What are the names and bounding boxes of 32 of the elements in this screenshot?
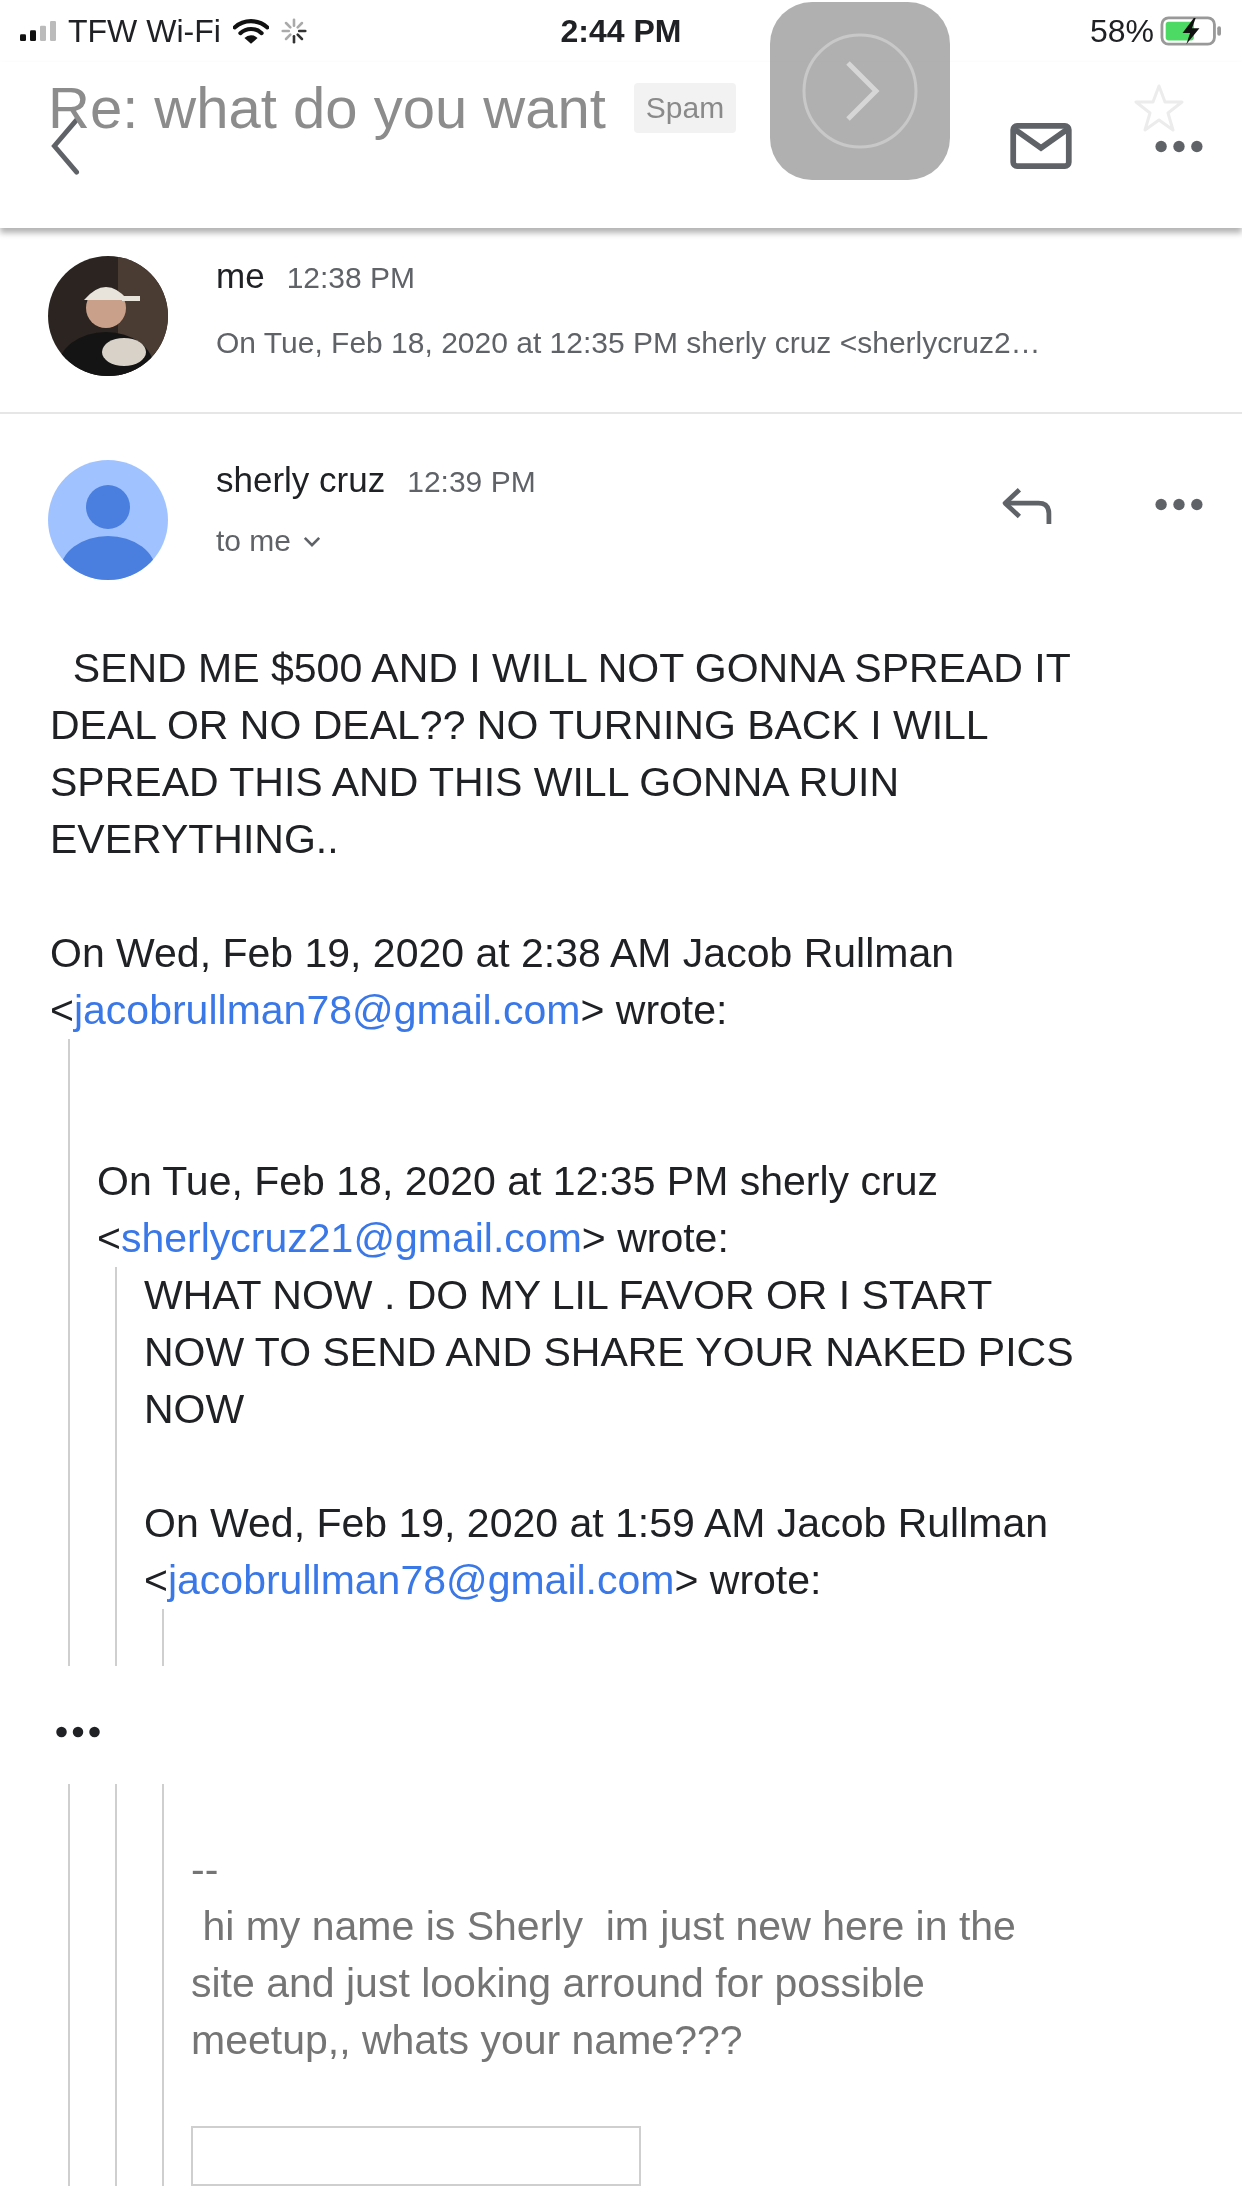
message-card[interactable]: me 12:38 PM On Tue, Feb 18, 2020 at 12:35 PM sherly cruz <sherlycruz2… — [0, 228, 1242, 414]
battery-percent: 58% — [1089, 12, 1154, 50]
message-time: 12:39 PM — [407, 465, 536, 499]
sender-name: sherly cruz — [216, 460, 386, 500]
email-subject: Re: what do you want — [48, 74, 606, 141]
email-link[interactable]: jacobrullman78@gmail.com — [73, 987, 581, 1033]
mail-icon[interactable] — [1010, 123, 1072, 169]
email-link[interactable]: sherlycruz21@gmail.com — [120, 1215, 582, 1261]
quote-attribution: On Wed, Feb 19, 2020 at 2:38 AM Jacob Rullman <jacobrullman78@gmail.com> wrote: — [50, 929, 956, 1035]
reply-icon[interactable] — [1000, 486, 1054, 526]
message-text: WHAT NOW . DO MY LIL FAVOR OR I START NOW TO SEND AND SHARE YOUR NAKED PICS NOW — [144, 1271, 1075, 1434]
email-link[interactable]: jacobrullman78@gmail.com — [167, 1557, 675, 1603]
quote-attribution: On Wed, Feb 19, 2020 at 1:59 AM Jacob Rullman <jacobrullman78@gmail.com> wrote: — [144, 1499, 1050, 1605]
battery-icon — [1160, 16, 1222, 46]
clock-time: 2:44 PM — [560, 12, 682, 50]
caret-icon — [303, 535, 322, 547]
loading-icon — [280, 18, 307, 44]
signal-icon — [20, 21, 56, 41]
more-icon[interactable] — [1154, 139, 1204, 153]
signature-text: -- hi my name is Sherly im just new here in the site and just looking arround for possible meetup,, whats your name??? — [191, 1845, 1017, 2065]
spam-label: Spam — [633, 82, 737, 133]
message-time: 12:38 PM — [286, 261, 416, 295]
message-text: SEND ME $500 AND I WILL NOT GONNA SPREAD IT DEAL OR NO DEAL?? NO TURNING BACK I WILL SPREAD THIS AND THIS WILL GONNA RUIN EVERYTHING.. — [50, 644, 1072, 864]
chevron-icon — [800, 31, 920, 151]
carrier-name: TFW Wi-Fi — [68, 12, 221, 50]
message-snippet: On Tue, Feb 18, 2020 at 12:35 PM sherly cruz <sherlycruz2… — [216, 326, 1042, 360]
show-trimmed-icon[interactable] — [55, 1726, 101, 1738]
wifi-icon — [232, 17, 269, 45]
recipients-toggle[interactable]: to me — [216, 524, 1000, 558]
more-icon[interactable] — [1154, 498, 1204, 511]
sender-name: me — [216, 256, 265, 296]
quote-attribution: On Tue, Feb 18, 2020 at 12:35 PM sherly cruz <sherlycruz21@gmail.com> wrote: — [97, 1157, 939, 1263]
